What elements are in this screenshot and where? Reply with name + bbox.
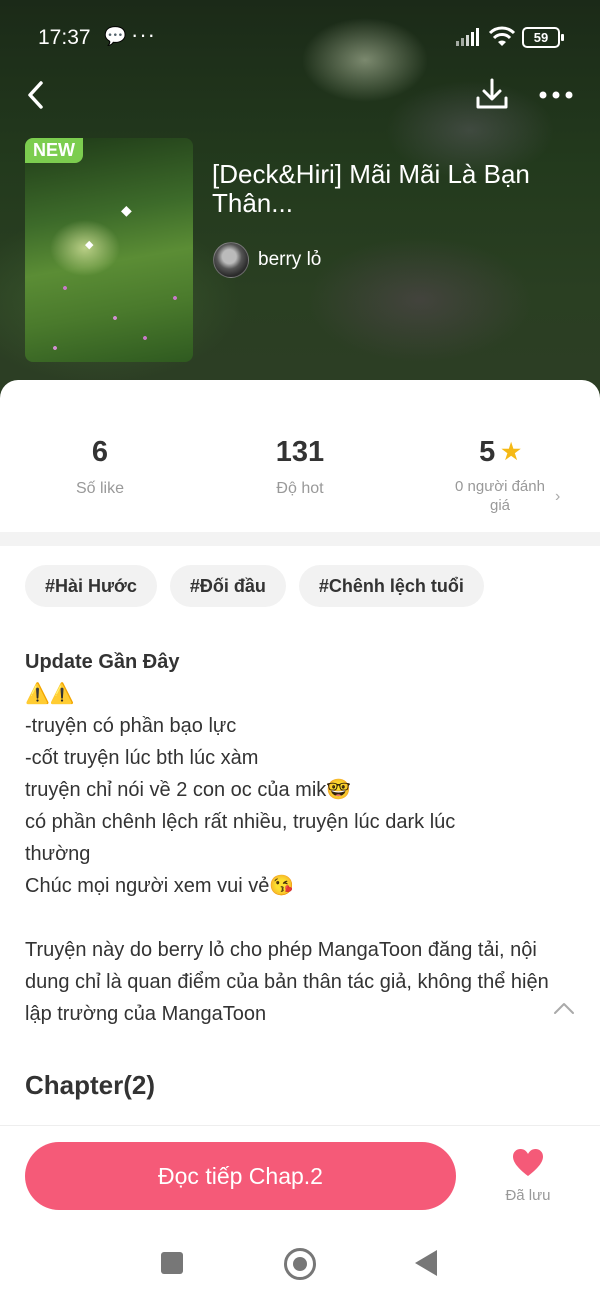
description-line: truyện chỉ nói về 2 con oc của mik🤓	[25, 779, 352, 801]
description-line: -cốt truyện lúc bth lúc xàm	[25, 747, 259, 769]
heart-icon	[513, 1149, 543, 1176]
section-divider	[0, 532, 600, 546]
butterfly-icon: ◆	[121, 202, 132, 218]
butterfly-icon: ◆	[85, 239, 94, 251]
chevron-up-icon[interactable]	[552, 998, 576, 1018]
status-time: 17:37	[38, 26, 91, 49]
chat-notification-icon: 💬	[104, 26, 127, 46]
rating-score: 5	[479, 435, 496, 468]
rating-count-label: 0 người đánh giá	[455, 478, 545, 514]
description-line: có phần chênh lệch rất nhiều, truyện lúc…	[25, 811, 461, 865]
hot-label: Độ hot	[276, 480, 324, 497]
author-link[interactable]: berry lỏ	[213, 241, 321, 279]
hot-stat: 131 Độ hot	[200, 432, 400, 498]
signal-icon	[456, 28, 479, 46]
likes-stat: 6 Số like	[0, 432, 200, 498]
download-button[interactable]	[474, 76, 510, 112]
description: Update Gần Đây ⚠️⚠️ -truyện có phần bạo …	[25, 646, 565, 1030]
warning-icons: ⚠️⚠️	[25, 683, 75, 705]
saved-label: Đã lưu	[505, 1187, 551, 1204]
tag-chip[interactable]: #Hài Hước	[25, 565, 157, 607]
wifi-icon	[488, 26, 516, 46]
copyright-notice: Truyện này do berry lỏ cho phép MangaToo…	[25, 939, 555, 1025]
battery-icon: 59	[522, 27, 564, 48]
status-bar: 17:37 💬 ··· 59	[0, 0, 600, 75]
likes-label: Số like	[75, 480, 125, 497]
description-heading: Update Gần Đây	[25, 651, 180, 673]
likes-count: 6	[91, 435, 109, 468]
back-button[interactable]	[22, 78, 52, 112]
new-badge: NEW	[25, 138, 83, 163]
book-title: [Deck&Hiri] Mãi Mãi Là Bạn Thân...	[212, 159, 530, 218]
system-back-button[interactable]	[415, 1250, 437, 1276]
more-options-button[interactable]	[536, 82, 576, 108]
author-name: berry lỏ	[258, 249, 322, 270]
home-button[interactable]	[284, 1248, 316, 1280]
hot-count: 131	[275, 435, 325, 468]
more-notifications-icon: ···	[131, 22, 156, 47]
star-icon: ★	[501, 439, 521, 464]
book-cover-image[interactable]: ◆ ◆	[25, 138, 193, 362]
rating-stat[interactable]: 5 ★ 0 người đánh giá	[400, 432, 600, 515]
system-navigation-bar	[0, 1232, 600, 1300]
stats-row: 6 Số like 131 Độ hot 5 ★ 0 người đánh gi…	[0, 400, 600, 530]
bottom-bar-divider	[0, 1125, 600, 1126]
description-line: -truyện có phần bạo lực	[25, 715, 237, 737]
chevron-right-icon[interactable]: ›	[555, 488, 560, 506]
tag-list: #Hài Hước #Đối đầu #Chênh lệch tuổi	[25, 565, 484, 607]
tag-chip[interactable]: #Chênh lệch tuổi	[298, 565, 484, 607]
author-avatar	[213, 242, 249, 278]
tag-chip[interactable]: #Đối đầu	[169, 565, 286, 607]
saved-button[interactable]: Đã lưu	[497, 1148, 559, 1204]
continue-reading-button[interactable]: Đọc tiếp Chap.2	[25, 1142, 456, 1210]
recent-apps-button[interactable]	[161, 1252, 183, 1274]
chapter-heading: Chapter(2)	[25, 1070, 156, 1100]
description-line: Chúc mọi người xem vui vẻ😘	[25, 875, 295, 897]
